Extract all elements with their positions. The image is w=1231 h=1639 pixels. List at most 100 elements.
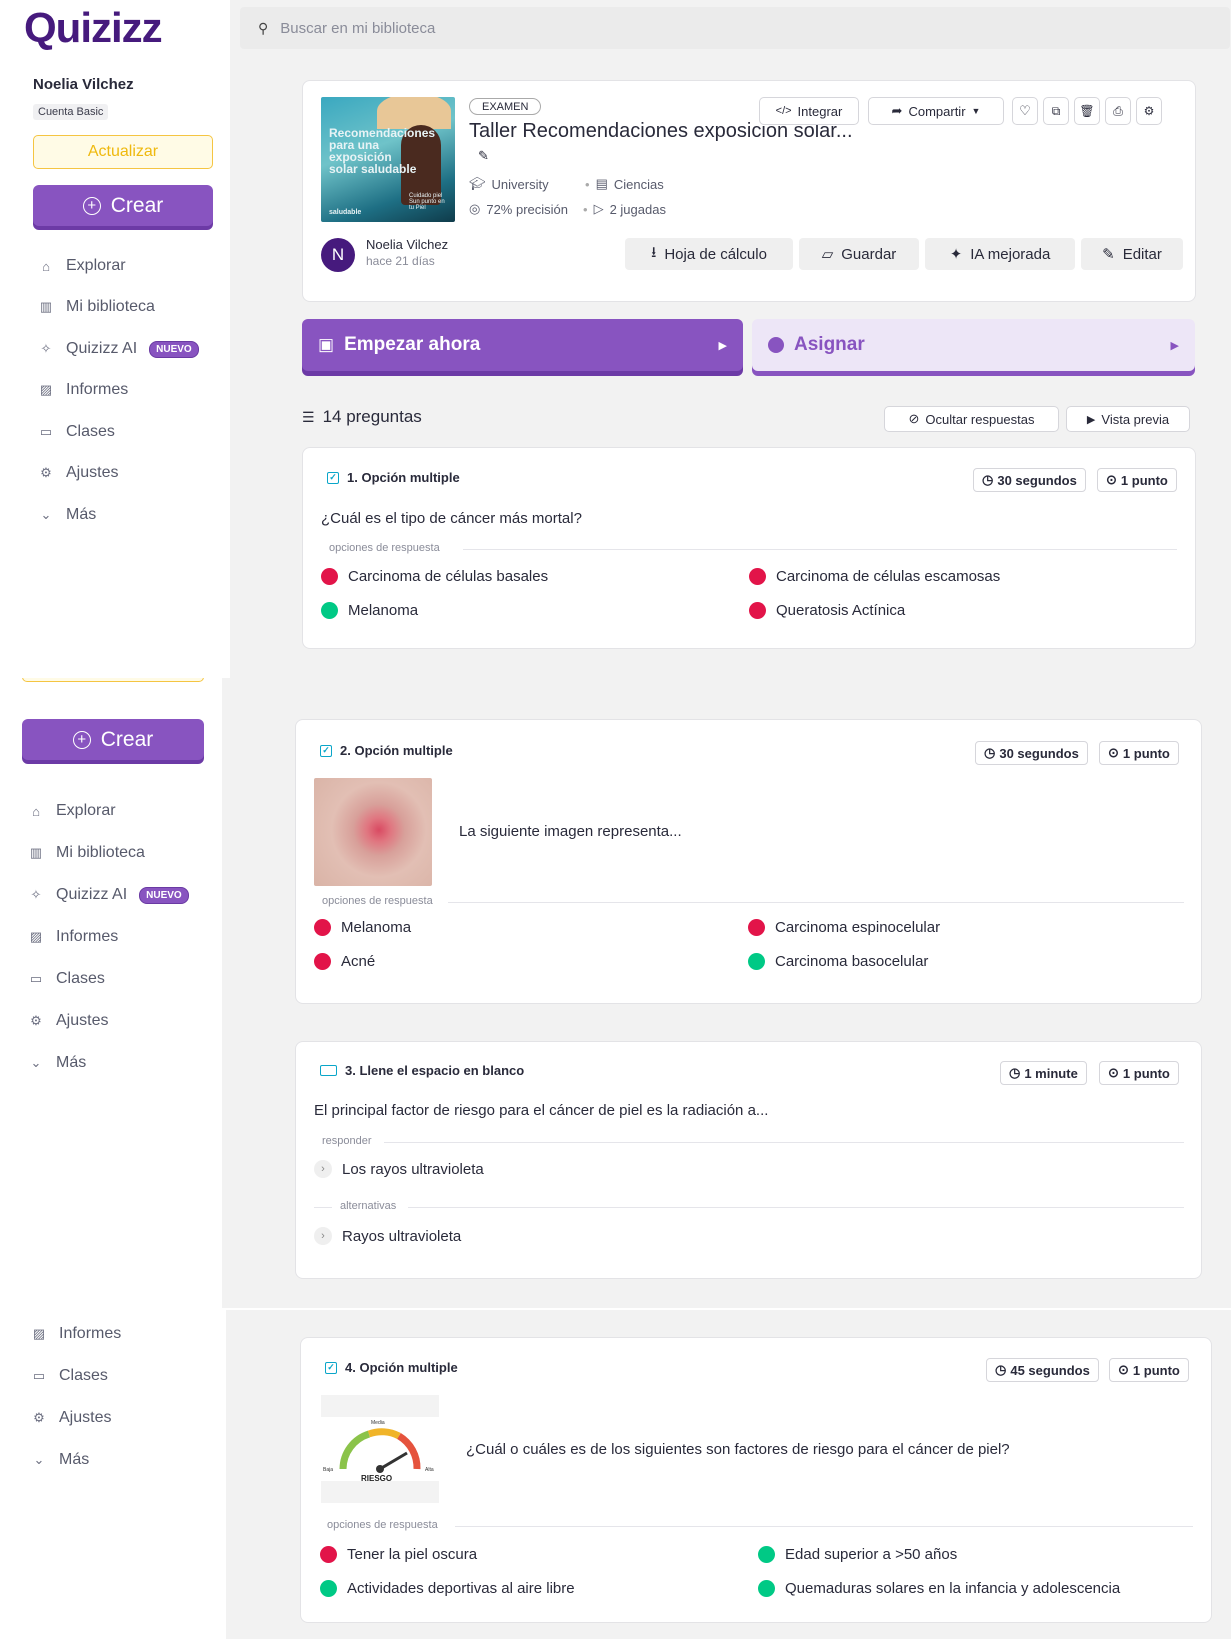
sidebar-item-quizizz-ai[interactable]: ✧ Quizizz AI NUEVO bbox=[28, 886, 189, 904]
sidebar-item-explorar[interactable]: ⌂ Explorar bbox=[38, 257, 126, 275]
sidebar-item-clases[interactable]: ▭ Clases bbox=[31, 1367, 108, 1385]
sidebar-item-explorar[interactable]: ⌂ Explorar bbox=[28, 802, 116, 820]
author-name: Noelia Vilchez bbox=[366, 237, 449, 252]
start-now-button[interactable]: ▣ Empezar ahora ▶ bbox=[302, 319, 743, 371]
graduation-cap-icon: 🎓︎ bbox=[469, 176, 486, 191]
quiz-header-card: Recomendaciones para una exposición sola… bbox=[302, 80, 1196, 302]
sidebar-item-biblioteca[interactable]: ▥ Mi biblioteca bbox=[38, 298, 155, 316]
new-badge: NUEVO bbox=[149, 340, 199, 358]
edit-button[interactable]: ✎ Editar bbox=[1081, 238, 1183, 270]
sidebar-item-informes[interactable]: ▨ Informes bbox=[38, 381, 128, 399]
question-image[interactable] bbox=[314, 778, 432, 886]
share-button[interactable]: ➦ Compartir ▼ bbox=[868, 97, 1004, 125]
sidebar-item-mas[interactable]: ⌄ Más bbox=[38, 506, 97, 524]
correct-dot bbox=[758, 1546, 775, 1563]
upgrade-button[interactable]: Actualizar bbox=[22, 678, 204, 682]
preview-button[interactable]: ▶ Vista previa bbox=[1066, 406, 1190, 432]
clock-icon: ◷ bbox=[995, 1362, 1007, 1377]
sparkle-icon: ✧ bbox=[40, 341, 52, 356]
question-type: ✓ 4. Opción multiple bbox=[325, 1360, 458, 1375]
incorrect-dot bbox=[749, 602, 766, 619]
folder-icon: ▱ bbox=[821, 246, 834, 263]
logo[interactable]: Quizizz bbox=[24, 4, 163, 52]
search-bar[interactable]: ⚲ Buscar en mi biblioteca bbox=[240, 7, 1230, 49]
search-icon: ⚲ bbox=[258, 19, 269, 36]
plus-circle-icon: + bbox=[72, 730, 91, 749]
presentation-icon: ▣ bbox=[318, 335, 335, 354]
check-circle-icon: ⊙ bbox=[1118, 1362, 1129, 1377]
download-icon: ⭳ bbox=[651, 243, 657, 261]
settings-icon: ⚙ bbox=[40, 465, 52, 480]
question-text: La siguiente imagen representa... bbox=[459, 823, 682, 840]
play-icon: ▶ bbox=[1086, 413, 1096, 426]
question-count: ☰ 14 preguntas bbox=[302, 407, 422, 426]
code-icon: </> bbox=[775, 105, 792, 117]
correct-dot bbox=[320, 1580, 337, 1597]
reports-icon: ▨ bbox=[39, 382, 53, 397]
sidebar-item-biblioteca[interactable]: ▥ Mi biblioteca bbox=[28, 844, 145, 862]
sidebar-item-clases[interactable]: ▭ Clases bbox=[38, 423, 115, 441]
target-icon: ◎ bbox=[469, 201, 481, 216]
gauge-caption: RIESGO bbox=[361, 1474, 393, 1483]
copy-icon: ⧉ bbox=[1051, 103, 1061, 118]
time-pill: ◷ 30 segundos bbox=[975, 741, 1088, 765]
sidebar-item-quizizz-ai[interactable]: ✧ Quizizz AI NUEVO bbox=[38, 340, 199, 358]
sidebar-item-ajustes[interactable]: ⚙ Ajustes bbox=[28, 1012, 108, 1030]
incorrect-dot bbox=[748, 919, 765, 936]
check-circle-icon: ⊙ bbox=[1108, 1065, 1119, 1080]
answer-option: Carcinoma de células escamosas bbox=[749, 568, 1000, 585]
answer-option: Carcinoma basocelular bbox=[748, 953, 928, 970]
book-icon: ▤ bbox=[595, 176, 608, 191]
hide-answers-button[interactable]: ⊘ Ocultar respuestas bbox=[884, 406, 1059, 432]
correct-dot bbox=[748, 953, 765, 970]
reports-icon: ▨ bbox=[29, 929, 43, 944]
library-icon: ▥ bbox=[29, 845, 43, 860]
question-image[interactable]: Media Baja Alta RIESGO bbox=[321, 1395, 439, 1503]
eye-off-icon: ⊘ bbox=[908, 411, 920, 426]
answer-option: Tener la piel oscura bbox=[320, 1546, 477, 1563]
question-card-1: ✓ 1. Opción multiple ◷ 30 segundos ⊙ 1 punt… bbox=[302, 447, 1196, 649]
incorrect-dot bbox=[314, 919, 331, 936]
spreadsheet-button[interactable]: ⭳ Hoja de cálculo bbox=[625, 238, 793, 270]
duplicate-button[interactable]: ⧉ bbox=[1043, 97, 1069, 125]
thumbnail-small-text: Cuidado piel Sun punto en tu Piel bbox=[409, 193, 445, 211]
heart-icon: ♡ bbox=[1019, 103, 1031, 118]
chevron-right-icon: › bbox=[314, 1160, 332, 1178]
sidebar-item-mas[interactable]: ⌄ Más bbox=[31, 1451, 90, 1469]
integrate-button[interactable]: </> Integrar bbox=[759, 97, 859, 125]
upgrade-button[interactable]: Actualizar bbox=[33, 135, 213, 169]
sidebar-item-mas[interactable]: ⌄ Más bbox=[28, 1054, 87, 1072]
sidebar-item-clases[interactable]: ▭ Clases bbox=[28, 970, 105, 988]
like-button[interactable]: ♡ bbox=[1012, 97, 1038, 125]
search-input[interactable]: Buscar en mi biblioteca bbox=[280, 20, 435, 37]
chevron-down-icon: ⌄ bbox=[33, 1452, 45, 1467]
clock-icon: ◷ bbox=[984, 745, 996, 760]
print-button[interactable]: ⎙ bbox=[1105, 97, 1131, 125]
printer-icon: ⎙ bbox=[1113, 103, 1123, 118]
settings-button[interactable]: ⚙ bbox=[1136, 97, 1162, 125]
quiz-thumbnail[interactable]: Recomendaciones para una exposición sola… bbox=[321, 97, 455, 222]
gauge-high-label: Alta bbox=[425, 1467, 434, 1473]
edit-title-pencil-icon[interactable]: ✎ bbox=[478, 148, 489, 164]
question-type: ✓ 2. Opción multiple bbox=[320, 743, 453, 758]
assign-button[interactable]: Asignar ▶ bbox=[752, 319, 1195, 371]
create-button[interactable]: + Crear bbox=[22, 719, 204, 760]
ai-enhance-button[interactable]: ✦ IA mejorada bbox=[925, 238, 1075, 270]
accuracy-meta: ◎ 72% precisión bbox=[469, 201, 568, 217]
sidebar-item-ajustes[interactable]: ⚙ Ajustes bbox=[31, 1409, 111, 1427]
sidebar-item-informes[interactable]: ▨ Informes bbox=[31, 1325, 121, 1343]
answer-option: Quemaduras solares en la infancia y adol… bbox=[758, 1580, 1120, 1597]
sidebar-item-ajustes[interactable]: ⚙ Ajustes bbox=[38, 464, 118, 482]
checkbox-icon: ✓ bbox=[327, 471, 339, 484]
screenshot-panel-bottom: ▨ Informes ▭ Clases ⚙ Ajustes ⌄ Más ✓ 4. Opci… bbox=[0, 1310, 1231, 1639]
save-button[interactable]: ▱ Guardar bbox=[799, 238, 919, 270]
create-button[interactable]: + Crear bbox=[33, 185, 213, 226]
points-pill: ⊙ 1 punto bbox=[1099, 1061, 1179, 1085]
options-label: opciones de respuesta bbox=[329, 542, 440, 554]
delete-button[interactable]: 🗑︎ bbox=[1074, 97, 1100, 125]
library-icon: ▥ bbox=[39, 299, 53, 314]
author-avatar[interactable]: N bbox=[321, 238, 355, 272]
clock-icon: ◷ bbox=[1009, 1065, 1021, 1080]
sidebar-item-informes[interactable]: ▨ Informes bbox=[28, 928, 118, 946]
play-outline-icon: ▷ bbox=[593, 201, 604, 216]
